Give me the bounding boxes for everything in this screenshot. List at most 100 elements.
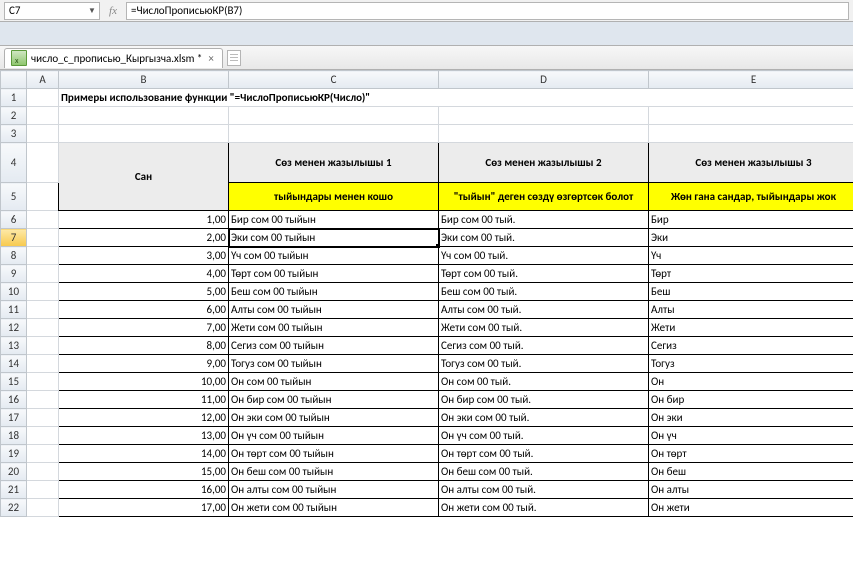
- cell-text[interactable]: Он алты: [649, 481, 853, 499]
- cell-text[interactable]: Үч сом 00 тыйын: [229, 247, 439, 265]
- cell-text[interactable]: Он жети: [649, 499, 853, 517]
- cell-text[interactable]: Он жети сом 00 тый.: [439, 499, 649, 517]
- col-header-A[interactable]: A: [27, 71, 59, 89]
- cell-text[interactable]: Он: [649, 373, 853, 391]
- cell-text[interactable]: Алты сом 00 тый.: [439, 301, 649, 319]
- formula-input[interactable]: =ЧислоПрописьюКР(B7): [126, 2, 849, 20]
- row-header[interactable]: 14: [1, 355, 27, 373]
- table-header-c[interactable]: Сөз менен жазылышы 1: [229, 143, 439, 183]
- cell-text[interactable]: Он беш сом 00 тый.: [439, 463, 649, 481]
- cell[interactable]: [27, 337, 59, 355]
- cell-number[interactable]: 3,00: [59, 247, 229, 265]
- cell-number[interactable]: 17,00: [59, 499, 229, 517]
- cell-text[interactable]: Алты сом 00 тыйын: [229, 301, 439, 319]
- row-header[interactable]: 21: [1, 481, 27, 499]
- cell[interactable]: [27, 499, 59, 517]
- cell[interactable]: [59, 107, 229, 125]
- table-subheader-e[interactable]: Жөн гана сандар, тыйындары жок: [649, 183, 853, 211]
- cell-text[interactable]: Он бир сом 00 тыйын: [229, 391, 439, 409]
- cell-number[interactable]: 9,00: [59, 355, 229, 373]
- cell-number[interactable]: 12,00: [59, 409, 229, 427]
- cell-text[interactable]: Төрт: [649, 265, 853, 283]
- cell-number[interactable]: 6,00: [59, 301, 229, 319]
- cell-text[interactable]: Он эки: [649, 409, 853, 427]
- cell[interactable]: [27, 373, 59, 391]
- cell-text[interactable]: Бир сом 00 тый.: [439, 211, 649, 229]
- cell-text[interactable]: Тогуз сом 00 тый.: [439, 355, 649, 373]
- cell[interactable]: [27, 301, 59, 319]
- cell-number[interactable]: 15,00: [59, 463, 229, 481]
- cell-text[interactable]: Он эки сом 00 тый.: [439, 409, 649, 427]
- cell[interactable]: [27, 183, 59, 211]
- cell-number[interactable]: 16,00: [59, 481, 229, 499]
- cell-text[interactable]: Он бир сом 00 тый.: [439, 391, 649, 409]
- cell[interactable]: [27, 391, 59, 409]
- cell-text[interactable]: Он бир: [649, 391, 853, 409]
- col-header-E[interactable]: E: [649, 71, 853, 89]
- cell-number[interactable]: 7,00: [59, 319, 229, 337]
- row-header[interactable]: 20: [1, 463, 27, 481]
- new-document-icon[interactable]: [227, 50, 241, 66]
- cell-text[interactable]: Жети сом 00 тый.: [439, 319, 649, 337]
- cell-text[interactable]: Эки сом 00 тыйын: [229, 229, 439, 247]
- row-header[interactable]: 4: [1, 143, 27, 183]
- select-all-corner[interactable]: [1, 71, 27, 89]
- cell-text[interactable]: Он төрт сом 00 тый.: [439, 445, 649, 463]
- cell[interactable]: [27, 265, 59, 283]
- cell-text[interactable]: Сегиз сом 00 тыйын: [229, 337, 439, 355]
- cell-number[interactable]: 14,00: [59, 445, 229, 463]
- cell[interactable]: [27, 427, 59, 445]
- cell[interactable]: [27, 143, 59, 183]
- cell-text[interactable]: Он үч сом 00 тый.: [439, 427, 649, 445]
- row-header[interactable]: 12: [1, 319, 27, 337]
- cell[interactable]: [27, 125, 59, 143]
- cell[interactable]: [27, 211, 59, 229]
- cell-text[interactable]: Сегиз: [649, 337, 853, 355]
- cell-text[interactable]: Он үч сом 00 тыйын: [229, 427, 439, 445]
- cell-text[interactable]: Он жети сом 00 тыйын: [229, 499, 439, 517]
- row-header[interactable]: 8: [1, 247, 27, 265]
- cell-text[interactable]: Он төрт сом 00 тыйын: [229, 445, 439, 463]
- name-box[interactable]: C7 ▼: [4, 2, 100, 20]
- cell[interactable]: [27, 355, 59, 373]
- cell-text[interactable]: Жети сом 00 тыйын: [229, 319, 439, 337]
- title-cell[interactable]: Примеры использование функции "=ЧислоПро…: [59, 89, 853, 107]
- row-header[interactable]: 5: [1, 183, 27, 211]
- cell-text[interactable]: Сегиз сом 00 тый.: [439, 337, 649, 355]
- cell-text[interactable]: Он беш сом 00 тыйын: [229, 463, 439, 481]
- cell[interactable]: [27, 445, 59, 463]
- cell[interactable]: [27, 247, 59, 265]
- cell[interactable]: [27, 409, 59, 427]
- cell-text[interactable]: Тогуз: [649, 355, 853, 373]
- fx-icon[interactable]: fx: [106, 5, 120, 17]
- row-header[interactable]: 15: [1, 373, 27, 391]
- row-header[interactable]: 9: [1, 265, 27, 283]
- cell-number[interactable]: 1,00: [59, 211, 229, 229]
- cell-number[interactable]: 10,00: [59, 373, 229, 391]
- cell-text[interactable]: Үч сом 00 тый.: [439, 247, 649, 265]
- col-header-C[interactable]: C: [229, 71, 439, 89]
- cell-text[interactable]: Эки: [649, 229, 853, 247]
- table-subheader-c[interactable]: тыйындары менен кошо: [229, 183, 439, 211]
- cell[interactable]: [27, 107, 59, 125]
- row-header[interactable]: 3: [1, 125, 27, 143]
- cell-text[interactable]: Он төрт: [649, 445, 853, 463]
- row-header[interactable]: 11: [1, 301, 27, 319]
- cell[interactable]: [439, 107, 649, 125]
- cell[interactable]: [27, 283, 59, 301]
- cell-number[interactable]: 2,00: [59, 229, 229, 247]
- row-header[interactable]: 13: [1, 337, 27, 355]
- cell[interactable]: [27, 481, 59, 499]
- row-header[interactable]: 16: [1, 391, 27, 409]
- cell-text[interactable]: Он үч: [649, 427, 853, 445]
- cell[interactable]: [229, 107, 439, 125]
- cell-text[interactable]: Он эки сом 00 тыйын: [229, 409, 439, 427]
- col-header-D[interactable]: D: [439, 71, 649, 89]
- row-header[interactable]: 6: [1, 211, 27, 229]
- cell-text[interactable]: Эки сом 00 тый.: [439, 229, 649, 247]
- cell-text[interactable]: Беш: [649, 283, 853, 301]
- col-header-B[interactable]: B: [59, 71, 229, 89]
- cell-text[interactable]: Жети: [649, 319, 853, 337]
- spreadsheet-grid[interactable]: A B C D E 1 Примеры использование функци…: [0, 70, 853, 576]
- cell-text[interactable]: Төрт сом 00 тый.: [439, 265, 649, 283]
